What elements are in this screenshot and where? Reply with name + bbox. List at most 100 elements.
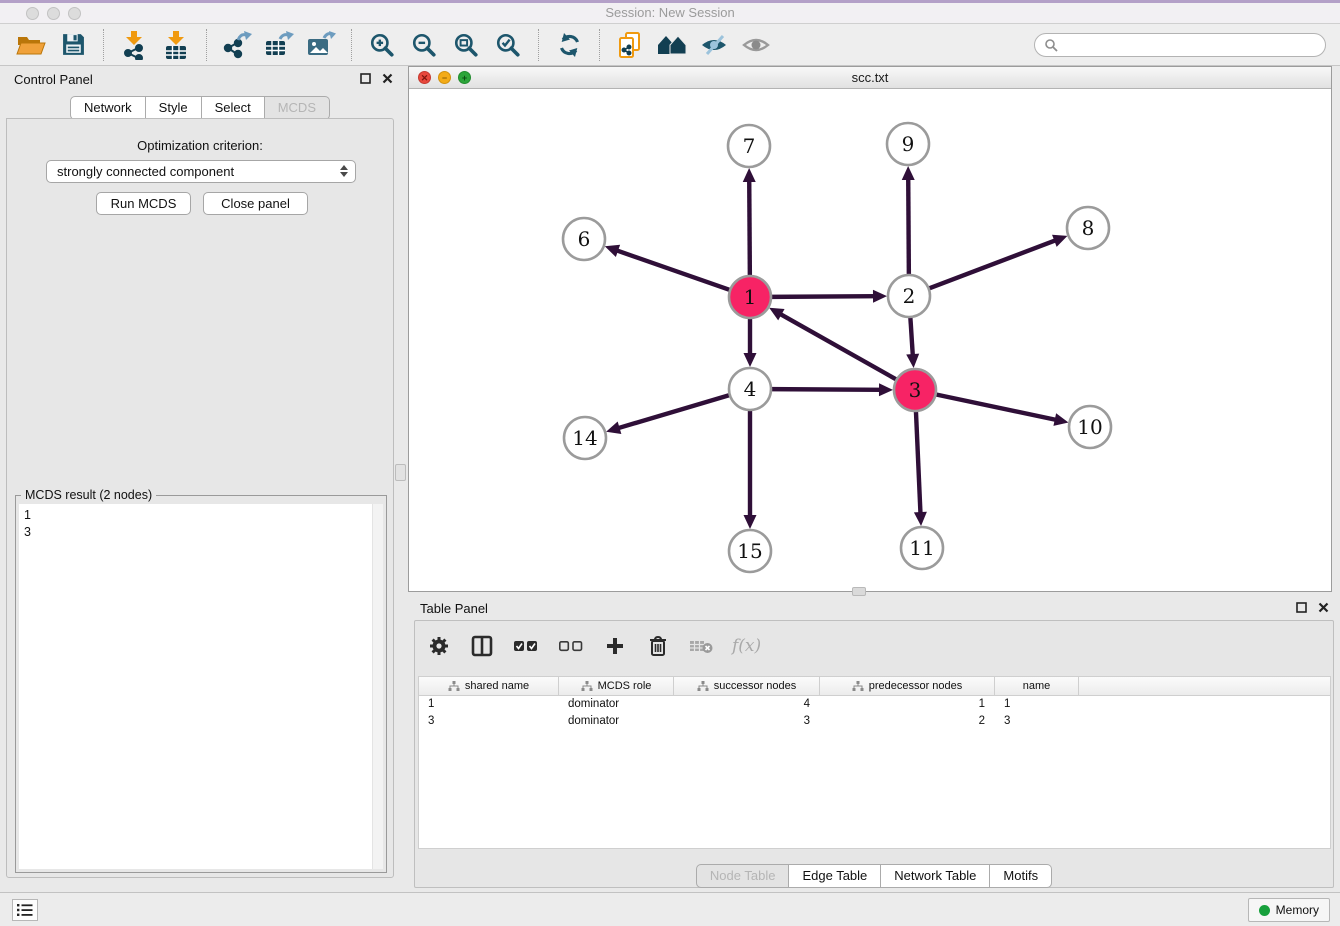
tab-network-table[interactable]: Network Table: [881, 864, 990, 888]
column-header-mcds-role[interactable]: MCDS role: [559, 677, 674, 696]
graph-edge-2-9[interactable]: [908, 178, 909, 275]
tab-style[interactable]: Style: [146, 96, 202, 120]
result-scrollbar[interactable]: [372, 504, 383, 869]
table-cell[interactable]: 1: [995, 696, 1079, 713]
table-header-row: shared name MCDS role successor nodesprede…: [419, 677, 1330, 696]
import-table-button[interactable]: [158, 26, 194, 64]
table-row[interactable]: 3dominator323: [419, 713, 1330, 730]
graph-edge-3-10[interactable]: [936, 394, 1057, 420]
export-network-button[interactable]: [219, 26, 255, 64]
import-network-button[interactable]: [116, 26, 152, 64]
table-settings-button[interactable]: [427, 635, 451, 657]
close-panel-button[interactable]: Close panel: [203, 192, 308, 215]
zoom-in-button[interactable]: [364, 26, 400, 64]
deselect-all-button[interactable]: [558, 639, 584, 653]
zoom-out-button[interactable]: [406, 26, 442, 64]
column-header-shared-name[interactable]: shared name: [419, 677, 559, 696]
memory-button[interactable]: Memory: [1248, 898, 1330, 922]
graph-edge-1-2[interactable]: [771, 296, 875, 297]
table-cell[interactable]: 2: [820, 713, 995, 730]
network-view-title: scc.txt: [409, 70, 1331, 85]
app-titlebar: Session: New Session: [0, 0, 1340, 24]
tab-motifs[interactable]: Motifs: [990, 864, 1052, 888]
add-column-button[interactable]: [603, 636, 627, 656]
table-cell[interactable]: 1: [419, 696, 559, 713]
graph-edge-1-7[interactable]: [749, 180, 750, 276]
home-button[interactable]: [654, 26, 690, 64]
delete-table-icon: [689, 638, 713, 654]
column-type-icon: [697, 681, 709, 692]
optimization-criterion-select[interactable]: strongly connected component: [46, 160, 356, 183]
selected-option: strongly connected component: [57, 164, 234, 179]
export-table-button[interactable]: [261, 26, 297, 64]
column-header-name[interactable]: name: [995, 677, 1079, 696]
table-cell[interactable]: 3: [674, 713, 820, 730]
unchecked-boxes-icon: [558, 639, 584, 653]
table-panel-buttons: [1296, 602, 1329, 613]
search-icon: [1044, 38, 1058, 52]
column-type-icon: [852, 681, 864, 692]
column-header-predecessor-nodes[interactable]: predecessor nodes: [820, 677, 995, 696]
graph-edge-1-6[interactable]: [616, 250, 730, 290]
show-all-button[interactable]: [738, 26, 774, 64]
table-row[interactable]: 1dominator411: [419, 696, 1330, 713]
column-header-label: MCDS role: [598, 680, 652, 692]
tab-mcds[interactable]: MCDS: [265, 96, 330, 120]
select-all-button[interactable]: [513, 639, 539, 653]
network-view-titlebar[interactable]: ✕ − + scc.txt: [409, 67, 1331, 89]
search-input[interactable]: [1063, 36, 1325, 54]
open-session-button[interactable]: [13, 26, 49, 64]
import-table-icon: [163, 30, 189, 60]
copy-network-button[interactable]: [612, 26, 648, 64]
graph-edge-3-1[interactable]: [780, 314, 897, 380]
graph-edge-2-3[interactable]: [910, 317, 912, 356]
graph-edge-4-3[interactable]: [771, 389, 881, 390]
table-panel-tabs: Node TableEdge TableNetwork TableMotifs: [414, 864, 1334, 888]
node-table[interactable]: shared name MCDS role successor nodesprede…: [418, 676, 1331, 849]
close-panel-icon[interactable]: [382, 73, 393, 84]
table-cell[interactable]: 1: [820, 696, 995, 713]
tab-edge-table[interactable]: Edge Table: [789, 864, 881, 888]
refresh-button[interactable]: [551, 26, 587, 64]
hide-selected-button[interactable]: [696, 26, 732, 64]
table-cell[interactable]: 4: [674, 696, 820, 713]
table-cell[interactable]: 3: [419, 713, 559, 730]
column-header-label: shared name: [465, 680, 529, 692]
search-box: [1034, 33, 1326, 57]
graph-edge-arrowhead: [605, 245, 620, 257]
tab-network[interactable]: Network: [70, 96, 146, 120]
tab-node-table[interactable]: Node Table: [696, 864, 790, 888]
column-view-button[interactable]: [470, 635, 494, 657]
graph-edge-arrowhead: [902, 166, 915, 180]
refresh-icon: [556, 32, 583, 58]
network-canvas[interactable]: 7968124314101511: [409, 89, 1331, 591]
graph-node-label-8: 8: [1082, 216, 1095, 240]
task-history-button[interactable]: [12, 899, 38, 921]
table-cell[interactable]: dominator: [559, 696, 674, 713]
gear-icon: [428, 635, 450, 657]
float-panel-icon[interactable]: [360, 73, 371, 84]
eye-icon: [741, 34, 771, 56]
horizontal-divider-handle[interactable]: [852, 587, 866, 596]
run-mcds-button[interactable]: Run MCDS: [96, 192, 191, 215]
export-network-icon: [222, 31, 252, 59]
export-image-button[interactable]: [303, 26, 339, 64]
column-header-successor-nodes[interactable]: successor nodes: [674, 677, 820, 696]
table-cell[interactable]: dominator: [559, 713, 674, 730]
save-session-button[interactable]: [55, 26, 91, 64]
graph-edge-2-8[interactable]: [929, 240, 1057, 288]
mcds-result-list[interactable]: 1 3: [19, 504, 383, 869]
mcds-result-values: 1 3: [24, 507, 31, 541]
graph-edge-3-11[interactable]: [916, 411, 921, 514]
fit-content-button[interactable]: [448, 26, 484, 64]
tab-select[interactable]: Select: [202, 96, 265, 120]
float-panel-icon[interactable]: [1296, 602, 1307, 613]
toolbar-separator: [206, 29, 207, 61]
close-panel-icon[interactable]: [1318, 602, 1329, 613]
zoom-selected-button[interactable]: [490, 26, 526, 64]
control-panel-buttons: [360, 73, 393, 84]
delete-column-button[interactable]: [646, 635, 670, 657]
graph-edge-4-14[interactable]: [618, 395, 730, 428]
table-cell[interactable]: 3: [995, 713, 1079, 730]
split-divider-handle[interactable]: [395, 464, 406, 481]
